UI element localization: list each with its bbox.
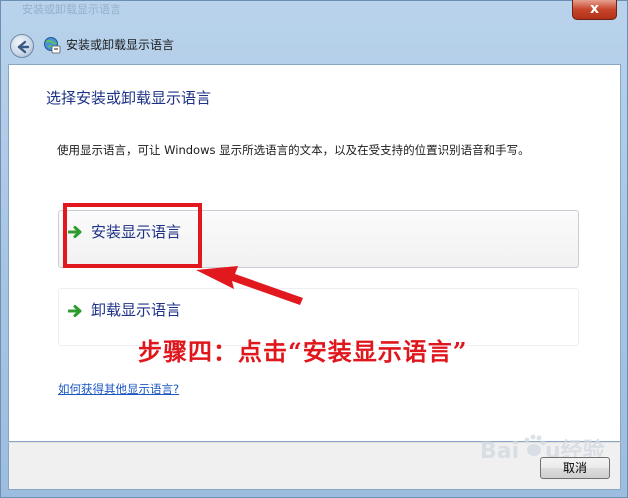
red-highlight-box bbox=[63, 203, 202, 268]
uninstall-option-label: 卸载显示语言 bbox=[91, 301, 182, 319]
svg-text:Bai: Bai bbox=[480, 439, 519, 464]
window-title: 安装或卸载显示语言 bbox=[66, 38, 175, 52]
more-languages-link[interactable]: 如何获得其他显示语言? bbox=[58, 381, 179, 397]
page-description: 使用显示语言，可让 Windows 显示所选语言的文本，以及在受支持的位置识别语… bbox=[57, 143, 530, 157]
back-arrow-icon bbox=[17, 40, 30, 54]
language-globe-icon bbox=[43, 36, 61, 54]
back-button[interactable] bbox=[10, 34, 34, 58]
background-window-title: 安装或卸载显示语言 bbox=[22, 3, 121, 16]
step-annotation: 步骤四：点击“安装显示语言” bbox=[138, 337, 468, 366]
page-heading: 选择安装或卸载显示语言 bbox=[46, 89, 212, 107]
cancel-button[interactable]: 取消 bbox=[540, 457, 610, 479]
close-button[interactable]: x bbox=[572, 0, 617, 20]
green-arrow-icon bbox=[68, 305, 82, 317]
